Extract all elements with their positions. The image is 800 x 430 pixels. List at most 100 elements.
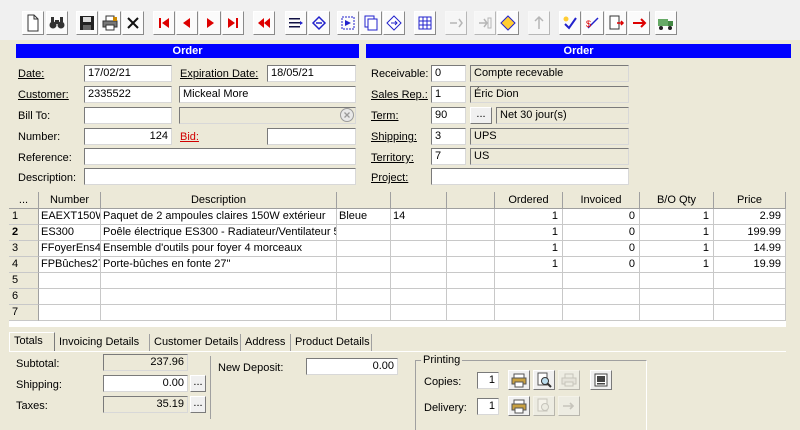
grid-cell-desc[interactable]: Poêle électrique ES300 - Radiateur/Venti… [101,225,337,241]
select-items-button[interactable] [337,11,359,35]
grid-cell-bo[interactable]: 1 [640,225,714,241]
new-document-button[interactable] [22,11,44,35]
delivery-setup-icon[interactable] [508,396,530,416]
grid-cell-price[interactable]: 19.99 [714,257,786,273]
delivery-send-icon[interactable] [558,396,580,416]
copies-field[interactable]: 1 [477,372,499,389]
link-in-button[interactable] [474,11,496,35]
yellow-diamond-button[interactable] [497,11,519,35]
currency-button[interactable]: $ [582,11,604,35]
description-field[interactable] [84,168,356,185]
grid-cell-c2[interactable] [391,305,447,321]
grid-cell-c3[interactable] [447,225,495,241]
grid-cell-ordered[interactable]: 1 [495,257,563,273]
grid-cell-invoiced[interactable]: 0 [563,257,640,273]
grid-cell-c2[interactable] [391,273,447,289]
bid-label[interactable]: Bid: [180,130,199,144]
new-deposit-field[interactable]: 0.00 [306,358,398,375]
transfer-button[interactable] [383,11,405,35]
order-lines-grid[interactable]: ... Number Description Ordered Invoiced B/O Q… [9,192,786,327]
shipping-total-field[interactable]: 0.00 [103,375,188,392]
grid-cell-c3[interactable] [447,209,495,225]
table-row[interactable]: 3 FFoyerEns4 Ensemble d'outils pour foyer … [9,241,786,257]
delivery-preview-icon[interactable] [533,396,555,416]
tab-totals[interactable]: Totals [9,332,55,351]
grid-cell-desc[interactable] [101,273,337,289]
print-preview-icon[interactable] [533,370,555,390]
grid-cell-invoiced[interactable] [563,305,640,321]
find-button[interactable] [46,11,68,35]
grid-cell-bo[interactable] [640,305,714,321]
rewind-button[interactable] [253,11,275,35]
grid-cell-bo[interactable] [640,289,714,305]
list-view-button[interactable] [285,11,307,35]
grid-cell-price[interactable] [714,273,786,289]
grid-cell-price[interactable]: 14.99 [714,241,786,257]
grid-cell-c2[interactable] [391,241,447,257]
number-field[interactable]: 124 [84,128,172,145]
territory-label[interactable]: Territory: [371,151,414,165]
grid-cell-c1[interactable]: Bleue [337,209,391,225]
split-button[interactable] [528,11,550,35]
grid-cell-c3[interactable] [447,273,495,289]
grid-cell-number[interactable] [39,305,101,321]
grid-header-0[interactable]: ... [9,192,39,209]
delivery-field[interactable]: 1 [477,398,499,415]
reference-field[interactable] [84,148,356,165]
term-lookup-button[interactable]: ... [470,107,492,124]
table-row[interactable]: 2 ES300 Poêle électrique ES300 - Radiateur… [9,225,786,241]
grid-cell-bo[interactable] [640,273,714,289]
grid-cell-ordered[interactable] [495,305,563,321]
grid-cell-desc[interactable] [101,305,337,321]
grid-cell-c1[interactable] [337,241,391,257]
table-row[interactable]: 6 [9,289,786,305]
tab-product-details[interactable]: Product Details [291,334,372,351]
grid-cell-c3[interactable] [447,257,495,273]
grid-cell-price[interactable] [714,289,786,305]
grid-cell-number[interactable]: ES300 [39,225,101,241]
grid-header-8[interactable]: B/O Qty [640,192,714,209]
grid-cell-number[interactable]: FPBûches27 [39,257,101,273]
date-field[interactable]: 17/02/21 [84,65,172,82]
invoice-send-button[interactable] [605,11,627,35]
shipping-label[interactable]: Shipping: [371,130,417,144]
expiration-date-label[interactable]: Expiration Date: [180,67,258,81]
shipping-total-button[interactable]: ... [190,375,206,392]
save-button[interactable] [76,11,98,35]
truck-button[interactable] [655,11,677,35]
print-button[interactable] [99,11,121,35]
grid-cell-price[interactable]: 2.99 [714,209,786,225]
customer-label[interactable]: Customer: [18,88,69,102]
grid-cell-bo[interactable]: 1 [640,241,714,257]
last-record-button[interactable] [222,11,244,35]
term-code-field[interactable]: 90 [431,107,466,124]
term-label[interactable]: Term: [371,109,399,123]
grid-cell-price[interactable]: 199.99 [714,225,786,241]
grid-cell-invoiced[interactable]: 0 [563,209,640,225]
tab-address[interactable]: Address [241,334,291,351]
expiration-date-field[interactable]: 18/05/21 [267,65,356,82]
grid-cell-ordered[interactable]: 1 [495,209,563,225]
grid-cell-c2[interactable] [391,289,447,305]
grid-cell-invoiced[interactable] [563,289,640,305]
grid-cell-c3[interactable] [447,305,495,321]
next-record-button[interactable] [199,11,221,35]
grid-cell-ordered[interactable]: 1 [495,241,563,257]
print-setup-icon[interactable] [508,370,530,390]
grid-cell-c2[interactable] [391,225,447,241]
grid-cell-invoiced[interactable] [563,273,640,289]
printer-icon[interactable] [558,370,580,390]
grid-cell-price[interactable] [714,305,786,321]
grid-header-4[interactable] [391,192,447,209]
clear-circle-icon[interactable] [339,107,355,123]
grid-header-6[interactable]: Ordered [495,192,563,209]
grid-cell-ordered[interactable] [495,273,563,289]
table-row[interactable]: 1 EAEXT150W Paquet de 2 ampoules claires 1… [9,209,786,225]
date-label[interactable]: Date: [18,67,44,81]
grid-header-3[interactable] [337,192,391,209]
grid-header-1[interactable]: Number [39,192,101,209]
project-field[interactable] [431,168,629,185]
grid-cell-c1[interactable] [337,273,391,289]
first-record-button[interactable] [153,11,175,35]
customer-name-field[interactable]: Mickeal More [179,86,356,103]
